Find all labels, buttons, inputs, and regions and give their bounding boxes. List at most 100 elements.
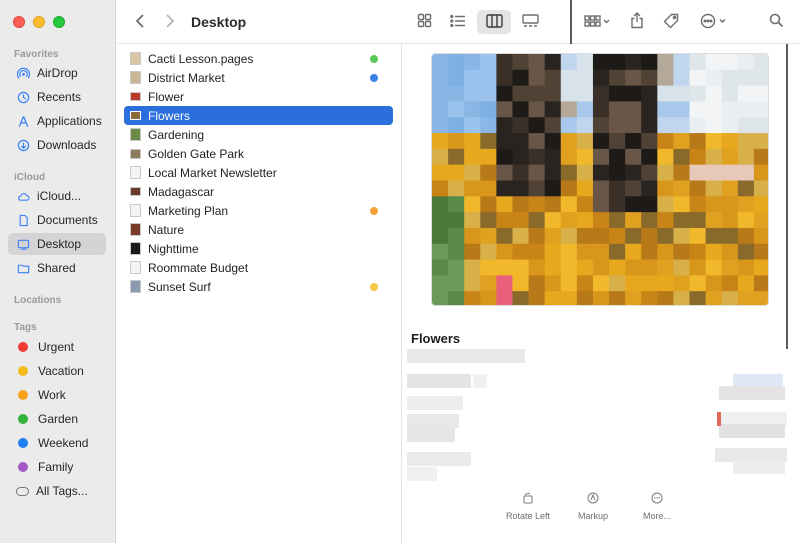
- sidebar-tag-all-tags[interactable]: All Tags...: [8, 480, 106, 502]
- icon-view-button[interactable]: [411, 10, 437, 34]
- file-thumbnail: [130, 71, 141, 84]
- pixelated-photo: [432, 54, 768, 305]
- toolbar: Desktop: [117, 0, 800, 52]
- actions-menu-button[interactable]: [697, 10, 731, 34]
- sidebar-item-recents[interactable]: Recents: [8, 86, 106, 108]
- sidebar-item-desktop[interactable]: Desktop: [8, 233, 106, 255]
- close-window-button[interactable]: [13, 16, 25, 28]
- sidebar-item-label: AirDrop: [37, 66, 78, 80]
- sidebar-item-applications[interactable]: Applications: [8, 110, 106, 132]
- search-button[interactable]: [765, 10, 787, 34]
- file-row-golden-gate-park[interactable]: Golden Gate Park: [124, 144, 393, 163]
- action-label: Markup: [577, 511, 608, 521]
- share-button[interactable]: [625, 10, 649, 34]
- desktop-icon: [16, 237, 30, 251]
- file-row-cacti-lesson[interactable]: Cacti Lesson.pages: [124, 49, 393, 68]
- file-row-flowers[interactable]: Flowers: [124, 106, 393, 125]
- file-thumbnail: [130, 128, 141, 141]
- tag-color-dot: [18, 390, 28, 400]
- file-row-gardening[interactable]: Gardening: [124, 125, 393, 144]
- file-tag-dot: [370, 54, 378, 63]
- list-icon: [450, 14, 466, 31]
- back-button[interactable]: [131, 10, 149, 34]
- file-row-nature[interactable]: Nature: [124, 220, 393, 239]
- sidebar-tag-vacation[interactable]: Vacation: [8, 360, 106, 382]
- file-row-sunset-surf[interactable]: Sunset Surf: [124, 277, 393, 296]
- file-thumbnail: [130, 261, 141, 274]
- file-row-flower[interactable]: Flower: [124, 87, 393, 106]
- download-icon: [16, 138, 30, 152]
- file-row-roommate-budget[interactable]: Roommate Budget: [124, 258, 393, 277]
- sidebar-tag-garden[interactable]: Garden: [8, 408, 106, 430]
- file-thumbnail: [130, 148, 141, 159]
- file-row-local-market-newsletter[interactable]: Local Market Newsletter: [124, 163, 393, 182]
- cloud-icon: [16, 189, 30, 203]
- grid-icon: [417, 13, 432, 31]
- file-name: Cacti Lesson.pages: [148, 51, 254, 66]
- file-name: Madagascar: [148, 184, 215, 199]
- blurred-metadata: [407, 452, 471, 466]
- file-name: District Market: [148, 70, 225, 85]
- sidebar-item-label: Documents: [37, 213, 98, 227]
- gallery-view-button[interactable]: [517, 10, 543, 34]
- sidebar-item-label: All Tags...: [36, 484, 88, 498]
- file-tag-dot: [370, 206, 378, 215]
- document-icon: [16, 213, 30, 227]
- sidebar-item-label: Downloads: [37, 138, 97, 152]
- blurred-metadata: [719, 386, 785, 400]
- group-by-button[interactable]: [581, 10, 613, 34]
- rotate-left-button[interactable]: Rotate Left: [493, 491, 563, 521]
- window-controls: [13, 16, 65, 28]
- ellipsis-circle-icon: [700, 13, 728, 32]
- markup-icon: [586, 491, 600, 505]
- zoom-window-button[interactable]: [53, 16, 65, 28]
- action-label: Rotate Left: [505, 511, 551, 521]
- file-row-nighttime[interactable]: Nighttime: [124, 239, 393, 258]
- column-view-button[interactable]: [477, 10, 511, 34]
- file-row-marketing-plan[interactable]: Marketing Plan: [124, 201, 393, 220]
- sidebar-tag-family[interactable]: Family: [8, 456, 106, 478]
- file-thumbnail: [130, 280, 141, 293]
- file-tag-dot: [370, 73, 378, 82]
- file-thumbnail: [130, 52, 141, 65]
- share-icon: [630, 12, 644, 32]
- sidebar-item-label: Weekend: [38, 436, 89, 450]
- sidebar-item-label: Desktop: [37, 237, 82, 251]
- markup-button[interactable]: Markup: [558, 491, 628, 521]
- preview-image: [431, 53, 769, 306]
- sidebar-item-documents[interactable]: Documents: [8, 209, 106, 231]
- applications-icon: [16, 114, 30, 128]
- list-view-button[interactable]: [445, 10, 471, 34]
- file-row-madagascar[interactable]: Madagascar: [124, 182, 393, 201]
- file-thumbnail: [130, 223, 141, 236]
- forward-button[interactable]: [161, 10, 179, 34]
- file-row-district-market[interactable]: District Market: [124, 68, 393, 87]
- tag-color-dot: [18, 414, 28, 424]
- sidebar-item-label: Vacation: [38, 364, 84, 378]
- sidebar-item-label: Urgent: [38, 340, 75, 354]
- sidebar-item-shared[interactable]: Shared: [8, 257, 106, 279]
- shared-folder-icon: [16, 261, 30, 275]
- blurred-metadata: [407, 374, 471, 388]
- file-thumbnail: [130, 111, 141, 120]
- tag-color-dot: [18, 366, 28, 376]
- sidebar-item-airdrop[interactable]: AirDrop: [8, 62, 106, 84]
- file-name: Gardening: [148, 127, 205, 142]
- sidebar-item-downloads[interactable]: Downloads: [8, 134, 106, 156]
- sidebar-item-icloud-drive[interactable]: iCloud...: [8, 185, 106, 207]
- sidebar-tag-urgent[interactable]: Urgent: [8, 336, 106, 358]
- file-thumbnail: [130, 187, 141, 196]
- preview-file-name: Flowers: [411, 331, 461, 346]
- sidebar-tag-work[interactable]: Work: [8, 384, 106, 406]
- minimize-window-button[interactable]: [33, 16, 45, 28]
- blurred-metadata: [407, 349, 525, 363]
- more-button[interactable]: More...: [622, 491, 692, 521]
- blurred-metadata: [407, 396, 463, 410]
- icloud-section-title: iCloud: [14, 172, 46, 183]
- sidebar-tag-weekend[interactable]: Weekend: [8, 432, 106, 454]
- clock-icon: [16, 90, 30, 104]
- sidebar-item-label: Family: [38, 460, 74, 474]
- favorites-section-title: Favorites: [14, 49, 59, 60]
- tag-button[interactable]: [659, 10, 683, 34]
- file-thumbnail: [130, 204, 141, 217]
